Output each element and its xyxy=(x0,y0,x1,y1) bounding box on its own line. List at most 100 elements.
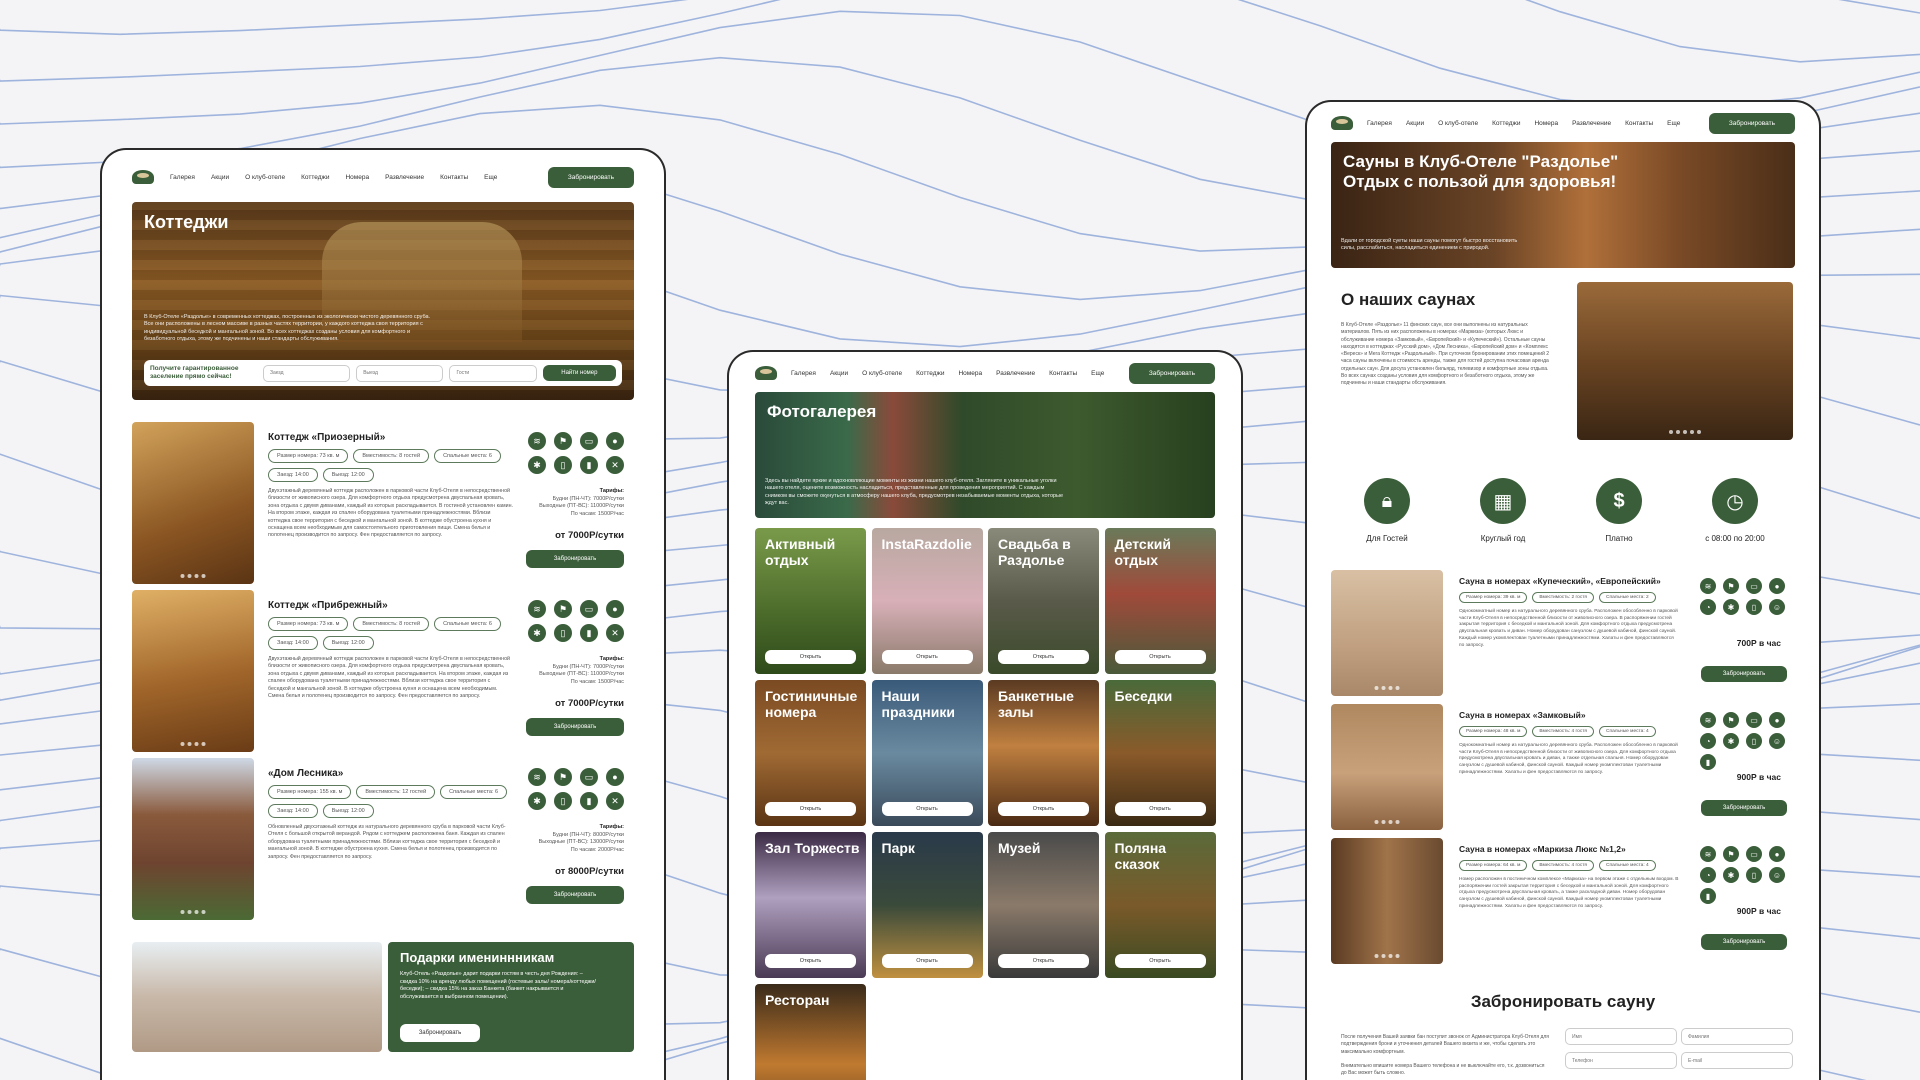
sauna-description: Однокомнатный номер из натурального дере… xyxy=(1459,609,1678,648)
nav-more[interactable]: Еще xyxy=(1667,120,1680,127)
nav-contacts[interactable]: Контакты xyxy=(1625,120,1653,127)
wifi-icon: ≋ xyxy=(1700,712,1716,728)
open-button[interactable]: Открыть xyxy=(881,954,973,968)
tile-park[interactable]: Парк Открыть xyxy=(871,832,983,978)
open-button[interactable]: Открыть xyxy=(765,802,856,816)
nav-cottages[interactable]: Коттеджи xyxy=(301,174,329,181)
book-cottage-button[interactable]: Забронировать xyxy=(526,886,624,904)
book-cottage-button[interactable]: Забронировать xyxy=(526,550,624,568)
nav-rooms[interactable]: Номера xyxy=(345,174,369,181)
open-button[interactable]: Открыть xyxy=(1114,954,1206,968)
nav-contacts[interactable]: Контакты xyxy=(1049,370,1077,377)
cottage-photo[interactable] xyxy=(132,422,254,584)
open-button[interactable]: Открыть xyxy=(998,650,1089,664)
book-sauna-button[interactable]: Забронировать xyxy=(1701,934,1787,950)
tile-museum[interactable]: Музей Открыть xyxy=(988,832,1099,978)
wifi-icon: ≋ xyxy=(1700,846,1716,862)
kettle-icon: ● xyxy=(1769,578,1785,594)
nav-entertainment[interactable]: Развлечение xyxy=(385,174,424,181)
nav-about[interactable]: О клуб-отеле xyxy=(1438,120,1478,127)
nav-about[interactable]: О клуб-отеле xyxy=(245,174,285,181)
feature-paid: $ Платно xyxy=(1563,474,1675,560)
nav-more[interactable]: Еще xyxy=(1091,370,1104,377)
checkout-field[interactable] xyxy=(356,364,444,382)
open-button[interactable]: Открыть xyxy=(765,954,856,968)
cottage-price: от 8000Р/сутки xyxy=(555,866,624,877)
sauna-description: Однокомнатный номер из натурального дере… xyxy=(1459,743,1678,775)
book-sauna-button[interactable]: Забронировать xyxy=(1701,666,1787,682)
page-title: Коттеджи xyxy=(144,212,229,232)
tile-gazebos[interactable]: Беседки Открыть xyxy=(1104,680,1216,826)
open-button[interactable]: Открыть xyxy=(1114,650,1206,664)
sauna-price: 900Р в час xyxy=(1736,772,1781,782)
tile-hotel-rooms[interactable]: Гостиничные номера Открыть xyxy=(755,680,866,826)
sauna-photo[interactable] xyxy=(1331,704,1443,830)
chip-beds: Спальные места: 6 xyxy=(434,617,501,631)
chip-capacity: Вместимость: 8 гостей xyxy=(353,449,430,463)
sauna-photo[interactable] xyxy=(1331,570,1443,696)
open-button[interactable]: Открыть xyxy=(881,802,973,816)
tile-label: Свадьба в Раздолье xyxy=(998,536,1071,569)
logo[interactable] xyxy=(755,366,777,380)
open-button[interactable]: Открыть xyxy=(998,802,1089,816)
about-photo xyxy=(1577,282,1793,440)
nav-promotions[interactable]: Акции xyxy=(1406,120,1424,127)
nav-more[interactable]: Еще xyxy=(484,174,497,181)
tile-active-rest[interactable]: Активный отдых Открыть xyxy=(755,528,866,674)
tile-instarazdolie[interactable]: InstaRazdolie Открыть xyxy=(871,528,983,674)
tile-kids[interactable]: Детский отдых Открыть xyxy=(1104,528,1216,674)
promo-panel: Подарки имениннникам Клуб-Отель «Раздоль… xyxy=(388,942,634,1052)
amenity-icons: ≋ ⚑ ▭ ● ◔ ✱ ▯ ☺ xyxy=(1700,578,1787,615)
saunas-hero: Сауны в Клуб-Отеле "Раздолье" Отдых с по… xyxy=(1331,142,1795,268)
email-field[interactable] xyxy=(1681,1052,1793,1069)
surname-field[interactable] xyxy=(1681,1028,1793,1045)
nav-cottages[interactable]: Коттеджи xyxy=(916,370,944,377)
open-button[interactable]: Открыть xyxy=(765,650,856,664)
open-button[interactable]: Открыть xyxy=(881,650,973,664)
nav-gallery[interactable]: Галерея xyxy=(170,174,195,181)
cottage-photo[interactable] xyxy=(132,758,254,920)
nav-gallery[interactable]: Галерея xyxy=(1367,120,1392,127)
nav-rooms[interactable]: Номера xyxy=(1534,120,1558,127)
chip-size: Размер номера: 155 кв. м xyxy=(268,785,352,799)
promo-book-button[interactable]: Забронировать xyxy=(400,1024,480,1042)
timer-icon: ◔ xyxy=(1700,867,1716,883)
nav-gallery[interactable]: Галерея xyxy=(791,370,816,377)
cottage-photo[interactable] xyxy=(132,590,254,752)
nav-rooms[interactable]: Номера xyxy=(958,370,982,377)
book-sauna-button[interactable]: Забронировать xyxy=(1701,800,1787,816)
tv-icon: ▭ xyxy=(1746,712,1762,728)
tile-restaurant[interactable]: РесторанОткрыть xyxy=(755,984,866,1080)
nav-entertainment[interactable]: Развлечение xyxy=(1572,120,1611,127)
nav-entertainment[interactable]: Развлечение xyxy=(996,370,1035,377)
open-button[interactable]: Открыть xyxy=(1114,802,1206,816)
logo[interactable] xyxy=(132,170,154,184)
feature-year-round: ▦ Круглый год xyxy=(1447,474,1559,560)
tile-label: Активный отдых xyxy=(765,536,836,569)
nav-cottages[interactable]: Коттеджи xyxy=(1492,120,1520,127)
tile-fairy-glade[interactable]: Поляна сказок Открыть xyxy=(1104,832,1216,978)
phone-field[interactable] xyxy=(1565,1052,1677,1069)
open-button[interactable]: Открыть xyxy=(998,954,1089,968)
tile-wedding[interactable]: Свадьба в Раздолье Открыть xyxy=(988,528,1099,674)
about-text: В Клуб-Отеле «Раздолье» 11 финских саун,… xyxy=(1341,322,1550,386)
name-field[interactable] xyxy=(1565,1028,1677,1045)
nav-book-button[interactable]: Забронировать xyxy=(547,166,634,188)
nav-about[interactable]: О клуб-отеле xyxy=(862,370,902,377)
tile-holidays[interactable]: Наши праздники Открыть xyxy=(871,680,983,826)
find-room-button[interactable]: Найти номер xyxy=(542,365,616,381)
tile-celebration-hall[interactable]: Зал Торжеств Открыть xyxy=(755,832,866,978)
nav-promotions[interactable]: Акции xyxy=(830,370,848,377)
nav-contacts[interactable]: Контакты xyxy=(440,174,468,181)
chip-size: Размер номера: 48 кв. м xyxy=(1459,726,1528,737)
logo[interactable] xyxy=(1331,116,1353,130)
guests-field[interactable] xyxy=(449,364,537,382)
book-cottage-button[interactable]: Забронировать xyxy=(526,718,624,736)
checkin-field[interactable] xyxy=(262,364,351,382)
nav-promotions[interactable]: Акции xyxy=(211,174,229,181)
tile-banquet-halls[interactable]: Банкетные залы Открыть xyxy=(988,680,1099,826)
sauna-photo[interactable] xyxy=(1331,838,1443,964)
nav-book-button[interactable]: Забронировать xyxy=(1708,112,1795,134)
bin-icon: ▮ xyxy=(580,456,598,474)
nav-book-button[interactable]: Забронировать xyxy=(1128,362,1215,384)
